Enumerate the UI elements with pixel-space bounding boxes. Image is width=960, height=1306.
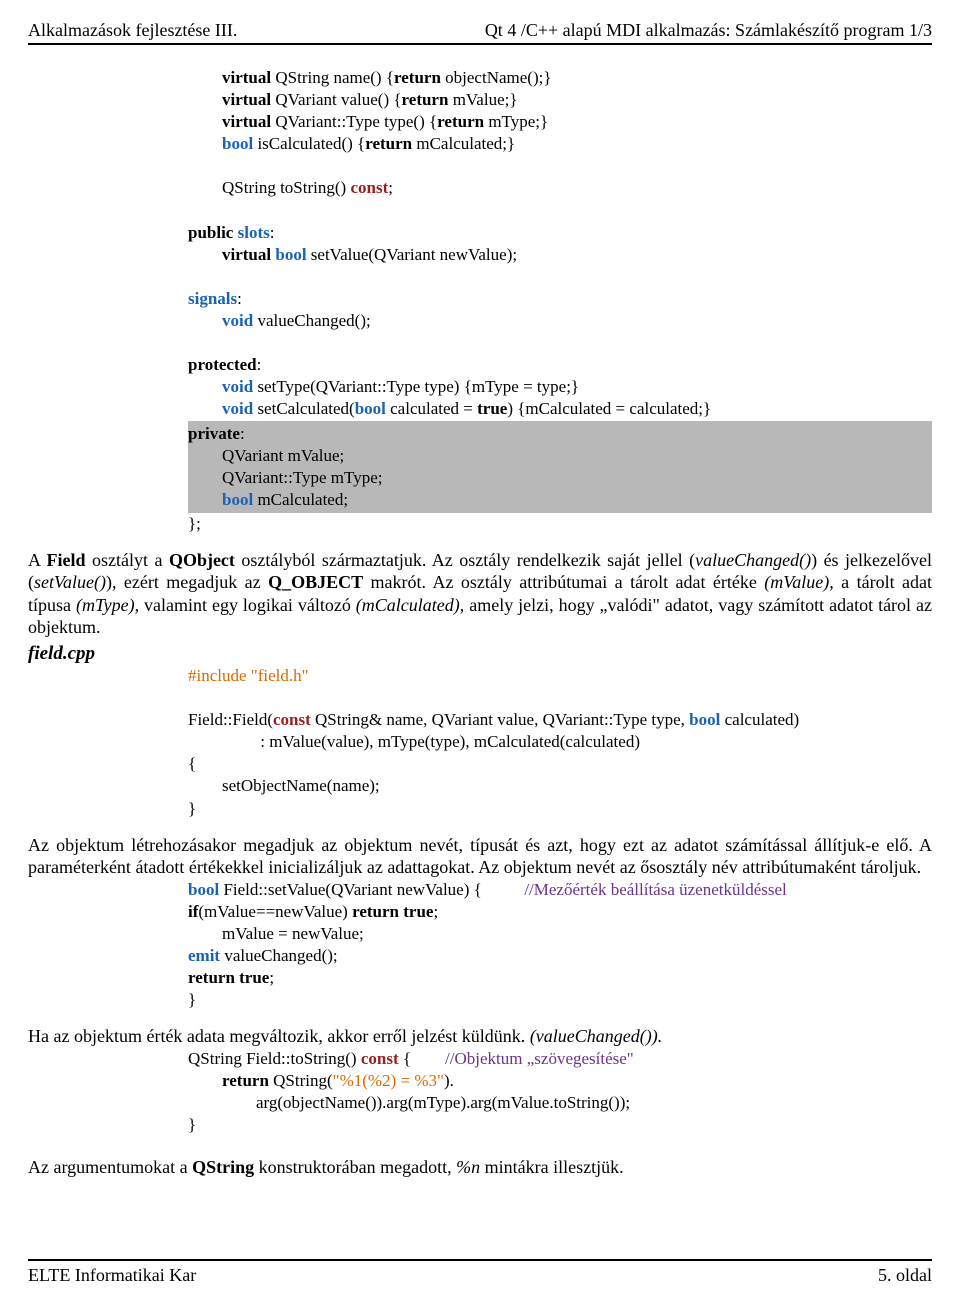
code-block-2: #include "field.h" Field::Field(const QS… <box>188 665 932 820</box>
footer-left: ELTE Informatikai Kar <box>28 1265 196 1286</box>
paragraph-3: Ha az objektum érték adata megváltozik, … <box>28 1025 932 1048</box>
l: QVariant::Type mType; <box>188 468 383 487</box>
l: mValue = newValue; <box>188 924 364 943</box>
section-field-cpp: field.cpp <box>28 643 932 665</box>
l: virtual QVariant value() {return mValue;… <box>188 90 518 109</box>
l: void valueChanged(); <box>188 311 371 330</box>
l: setObjectName(name); <box>188 776 380 795</box>
l: }; <box>188 514 201 533</box>
l: void setType(QVariant::Type type) {mType… <box>188 377 579 396</box>
page-header: Alkalmazások fejlesztése III. Qt 4 /C++ … <box>28 20 932 45</box>
l: private: <box>188 424 245 443</box>
code-block-4: QString Field::toString() const { //Obje… <box>188 1048 932 1136</box>
private-block: private: QVariant mValue; QVariant::Type… <box>188 421 932 513</box>
l: QVariant mValue; <box>188 446 344 465</box>
l: public slots: <box>188 223 274 242</box>
l: virtual bool setValue(QVariant newValue)… <box>188 245 517 264</box>
l: QString Field::toString() const { //Obje… <box>188 1049 634 1068</box>
l: arg(objectName()).arg(mType).arg(mValue.… <box>188 1093 630 1112</box>
l: virtual QVariant::Type type() {return mT… <box>188 112 548 131</box>
header-right: Qt 4 /C++ alapú MDI alkalmazás: Számlaké… <box>485 20 932 41</box>
l: return QString("%1(%2) = %3"). <box>188 1071 454 1090</box>
paragraph-4: Az argumentumokat a QString konstruktorá… <box>28 1156 932 1179</box>
l: Field::Field(const QString& name, QVaria… <box>188 710 799 729</box>
code-block-1: virtual QString name() {return objectNam… <box>188 67 932 535</box>
l: : mValue(value), mType(type), mCalculate… <box>188 732 640 751</box>
footer-right: 5. oldal <box>878 1265 932 1286</box>
l: void setCalculated(bool calculated = tru… <box>188 399 711 418</box>
l: return true; <box>188 968 274 987</box>
l: { <box>188 754 196 773</box>
l: bool isCalculated() {return mCalculated;… <box>188 134 515 153</box>
page-footer: ELTE Informatikai Kar 5. oldal <box>28 1259 932 1286</box>
l: signals: <box>188 289 242 308</box>
l: emit valueChanged(); <box>188 946 338 965</box>
l: protected: <box>188 355 261 374</box>
paragraph-2: Az objektum létrehozásakor megadjuk az o… <box>28 834 932 879</box>
l: #include "field.h" <box>188 666 309 685</box>
l: } <box>188 1115 196 1134</box>
l: } <box>188 799 196 818</box>
l: } <box>188 990 196 1009</box>
l: bool mCalculated; <box>188 490 348 509</box>
l: bool Field::setValue(QVariant newValue) … <box>188 880 787 899</box>
l: virtual QString name() {return objectNam… <box>188 68 552 87</box>
header-left: Alkalmazások fejlesztése III. <box>28 20 237 41</box>
paragraph-1: A Field osztályt a QObject osztályból sz… <box>28 549 932 639</box>
l: if(mValue==newValue) return true; <box>188 902 438 921</box>
code-block-3: bool Field::setValue(QVariant newValue) … <box>188 879 932 1012</box>
l: QString toString() const; <box>188 178 393 197</box>
